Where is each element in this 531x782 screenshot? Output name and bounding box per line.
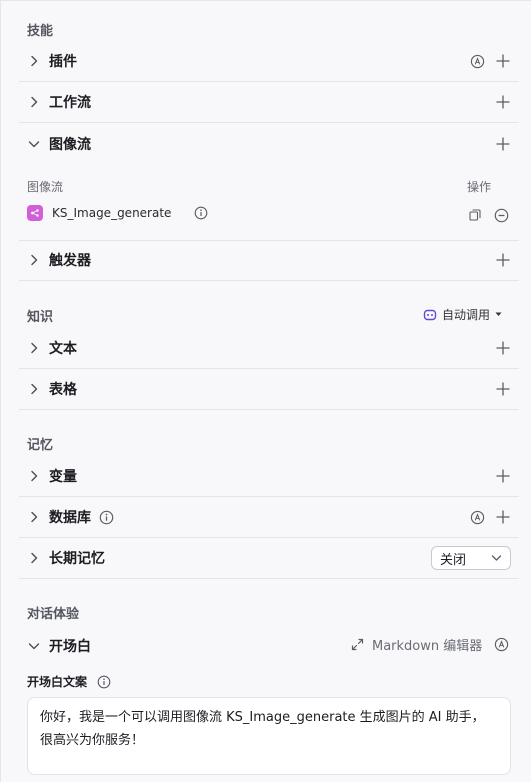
plus-icon[interactable] [495,468,511,484]
row-long-term-memory[interactable]: 长期记忆 关闭 [19,538,519,579]
chevron-down-icon [491,554,502,562]
chevron-right-icon[interactable] [19,538,49,579]
chevron-right-icon[interactable] [19,456,49,497]
row-label-text: 文本 [49,341,77,357]
section-title-skills: 技能 [27,24,54,39]
long-term-memory-value: 关闭 [440,552,467,568]
row-label-imageflow: 图像流 [49,136,91,153]
row-label-opener: 开场白 [49,638,91,655]
row-table[interactable]: 表格 [19,369,519,410]
copy-icon[interactable] [468,208,482,222]
plus-icon[interactable] [495,340,511,356]
chevron-right-icon[interactable] [19,240,49,281]
auto-a-icon[interactable] [494,637,509,652]
chevron-right-icon[interactable] [19,369,49,410]
row-label-database: 数据库 [49,510,91,526]
chevron-right-icon[interactable] [19,497,49,538]
chevron-right-icon[interactable] [19,82,49,123]
section-title-dialog: 对话体验 [27,607,80,622]
row-workflow[interactable]: 工作流 [19,82,519,123]
auto-call-dropdown[interactable]: 自动调用 [423,306,502,323]
plus-icon[interactable] [495,381,511,397]
bot-icon [423,308,437,322]
chevron-down-icon[interactable] [19,625,49,666]
remove-icon[interactable] [494,208,509,223]
section-title-memory: 记忆 [27,438,54,453]
auto-a-icon[interactable] [469,53,485,69]
markdown-editor-button[interactable]: Markdown 编辑器 [351,635,509,654]
imageflow-item[interactable]: KS_Image_generate [27,205,208,221]
auto-a-icon[interactable] [469,509,485,525]
plus-icon[interactable] [495,252,511,268]
opener-text-input[interactable]: 你好，我是一个可以调用图像流 KS_Image_generate 生成图片的 A… [27,697,511,775]
row-label-long-term-memory: 长期记忆 [49,551,105,567]
imageflow-column-ops: 操作 [467,180,492,194]
chevron-right-icon[interactable] [19,41,49,82]
row-label-trigger: 触发器 [49,253,91,269]
row-label-plugin: 插件 [49,54,77,70]
chevron-down-icon[interactable] [19,123,49,164]
chevron-right-icon[interactable] [19,328,49,369]
imageflow-badge-icon [27,205,43,221]
plus-icon[interactable] [495,509,511,525]
expand-icon [351,638,364,651]
row-text[interactable]: 文本 [19,328,519,369]
caret-down-icon [495,312,502,317]
imageflow-column-name: 图像流 [27,180,64,194]
info-icon[interactable] [96,674,111,689]
auto-call-label: 自动调用 [442,308,491,322]
bot-config-panel: 技能 插件 工作流 图像流 图像流 操作 KS_Image_generate 触… [0,0,531,782]
plus-icon[interactable] [495,94,511,110]
markdown-editor-label: Markdown 编辑器 [372,639,483,654]
info-icon[interactable] [99,510,114,525]
row-label-workflow: 工作流 [49,95,91,111]
row-imageflow[interactable]: 图像流 [19,123,519,164]
opener-text-title: 开场白文案 [27,673,111,690]
section-title-knowledge: 知识 [27,310,54,325]
info-icon[interactable] [193,206,208,221]
plus-icon[interactable] [495,136,511,152]
imageflow-item-name: KS_Image_generate [52,206,172,220]
row-label-table: 表格 [49,382,77,398]
row-plugin[interactable]: 插件 [19,41,519,82]
row-variables[interactable]: 变量 [19,456,519,497]
opener-text-label: 开场白文案 [27,675,88,689]
long-term-memory-select[interactable]: 关闭 [431,546,511,570]
plus-icon[interactable] [495,53,511,69]
row-database[interactable]: 数据库 [19,497,519,538]
row-label-variables: 变量 [49,469,77,485]
row-trigger[interactable]: 触发器 [19,240,519,281]
